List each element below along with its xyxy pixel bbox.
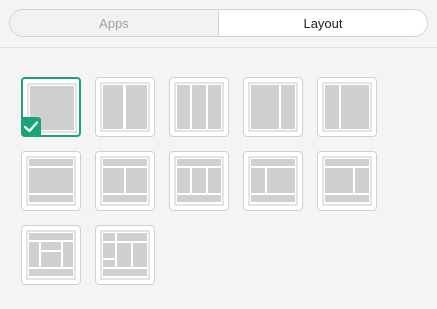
- layout-option-single[interactable]: [21, 77, 81, 137]
- layout-preview-icon: [174, 156, 224, 206]
- layout-panel: [126, 85, 147, 129]
- layout-panel: [103, 243, 115, 258]
- layout-panel: [103, 260, 115, 267]
- layout-panel: [192, 168, 206, 193]
- layout-panel: [251, 159, 295, 166]
- layout-panel: [355, 168, 369, 193]
- layout-panel: [251, 85, 279, 129]
- layout-panel: [133, 243, 147, 267]
- layout-panel: [341, 85, 369, 129]
- layout-option-header-wide-narrow-footer[interactable]: [317, 151, 377, 211]
- layout-preview-icon: [26, 156, 76, 206]
- layout-panel: [29, 168, 73, 193]
- layout-panel: [29, 195, 73, 202]
- layout-preview-icon: [100, 230, 150, 280]
- layout-panel: [117, 243, 131, 267]
- layout-preview-icon: [248, 82, 298, 132]
- layout-panel: [103, 269, 147, 276]
- layout-panel: [325, 85, 339, 129]
- layout-panel: [29, 269, 73, 276]
- layout-preview-icon: [100, 156, 150, 206]
- layout-option-header-three-columns-footer[interactable]: [169, 151, 229, 211]
- layout-panel: [177, 168, 190, 193]
- layout-panel: [41, 252, 61, 267]
- layout-option-two-columns[interactable]: [95, 77, 155, 137]
- layout-panel: [103, 85, 123, 129]
- layout-panel: [103, 233, 115, 241]
- layout-panel: [177, 195, 221, 202]
- layout-panel: [325, 159, 369, 166]
- layout-panel: [208, 85, 221, 129]
- layout-option-header-two-columns-footer[interactable]: [95, 151, 155, 211]
- layout-option-header-side-stacked-footer[interactable]: [21, 225, 81, 285]
- layout-panel: [177, 85, 190, 129]
- layout-panel: [208, 168, 221, 193]
- layout-preview-icon: [174, 82, 224, 132]
- layout-option-header-narrow-wide-footer[interactable]: [243, 151, 303, 211]
- layout-panel: [281, 85, 295, 129]
- layout-preview-icon: [26, 230, 76, 280]
- layout-option-wide-left-narrow-right[interactable]: [243, 77, 303, 137]
- layout-panel: [29, 233, 73, 240]
- layout-preview-icon: [100, 82, 150, 132]
- layout-panel: [29, 242, 39, 267]
- layout-panel: [29, 159, 73, 166]
- layout-panel: [103, 195, 147, 202]
- layout-preview-icon: [322, 82, 372, 132]
- layout-option-three-columns[interactable]: [169, 77, 229, 137]
- layout-panel: [251, 195, 295, 202]
- layout-panel: [325, 195, 369, 202]
- layout-grid: [0, 0, 437, 309]
- layout-option-header-stacked-grid-footer[interactable]: [95, 225, 155, 285]
- checkmark-icon: [21, 117, 41, 137]
- layout-panel: [41, 242, 61, 250]
- layout-panel: [63, 242, 73, 267]
- layout-option-header-body-footer[interactable]: [21, 151, 81, 211]
- layout-preview-icon: [322, 156, 372, 206]
- layout-panel: [103, 168, 124, 193]
- layout-preview-icon: [248, 156, 298, 206]
- layout-option-narrow-left-wide-right[interactable]: [317, 77, 377, 137]
- layout-panel: [126, 168, 147, 193]
- layout-panel: [325, 168, 353, 193]
- layout-panel: [267, 168, 295, 193]
- layout-panel: [117, 233, 147, 241]
- layout-panel: [192, 85, 206, 129]
- layout-panel: [177, 159, 221, 166]
- layout-panel: [103, 159, 147, 166]
- layout-panel: [251, 168, 265, 193]
